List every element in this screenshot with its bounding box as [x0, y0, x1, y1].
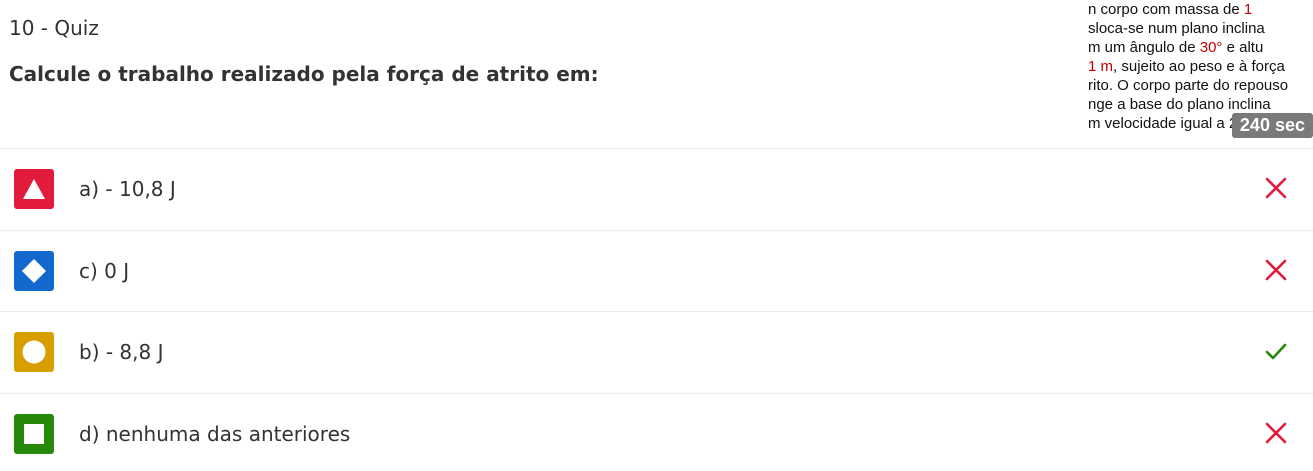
snippet-line-2: sloca-se num plano inclina — [1088, 20, 1265, 37]
answer-option-c[interactable]: c) 0 J — [0, 231, 1313, 312]
answer-label: c) 0 J — [79, 258, 130, 283]
question-text: Calcule o trabalho realizado pela força … — [9, 62, 599, 86]
answer-shape-box — [14, 169, 54, 209]
diamond-icon — [22, 258, 46, 283]
answer-list: a) - 10,8 J c) 0 J b) - 8,8 J d) nenhuma… — [0, 149, 1313, 471]
answer-option-a[interactable]: a) - 10,8 J — [0, 149, 1313, 231]
timer-badge: 240 sec — [1231, 113, 1313, 138]
square-icon — [24, 423, 44, 444]
answer-shape-box — [14, 413, 54, 454]
question-image: n corpo com massa de 1 sloca-se num plan… — [1088, 0, 1313, 140]
answer-label: a) - 10,8 J — [79, 177, 176, 201]
snippet-line-6: nge a base do plano inclina — [1088, 96, 1271, 113]
answer-option-d[interactable]: d) nenhuma das anteriores — [0, 394, 1313, 471]
answer-option-b[interactable]: b) - 8,8 J — [0, 312, 1313, 394]
snippet-line-1: n corpo com massa de 1 — [1088, 1, 1253, 18]
answer-label: d) nenhuma das anteriores — [79, 421, 351, 446]
wrong-icon — [1265, 177, 1287, 199]
circle-icon — [22, 340, 46, 364]
answer-shape-box — [14, 250, 54, 291]
wrong-icon — [1265, 422, 1287, 443]
snippet-line-3: m um ângulo de 30° e altu — [1088, 39, 1264, 56]
quiz-label: 10 - Quiz — [9, 16, 99, 40]
answer-label: b) - 8,8 J — [79, 340, 164, 364]
snippet-line-5: rito. O corpo parte do repouso — [1088, 77, 1289, 94]
triangle-icon — [23, 179, 45, 199]
answer-shape-box — [14, 332, 54, 372]
snippet-line-4: 1 m, sujeito ao peso e à força — [1088, 58, 1285, 75]
quiz-page: 10 - Quiz Calcule o trabalho realizado p… — [0, 0, 1313, 471]
wrong-icon — [1265, 259, 1287, 280]
check-icon — [1265, 343, 1287, 360]
